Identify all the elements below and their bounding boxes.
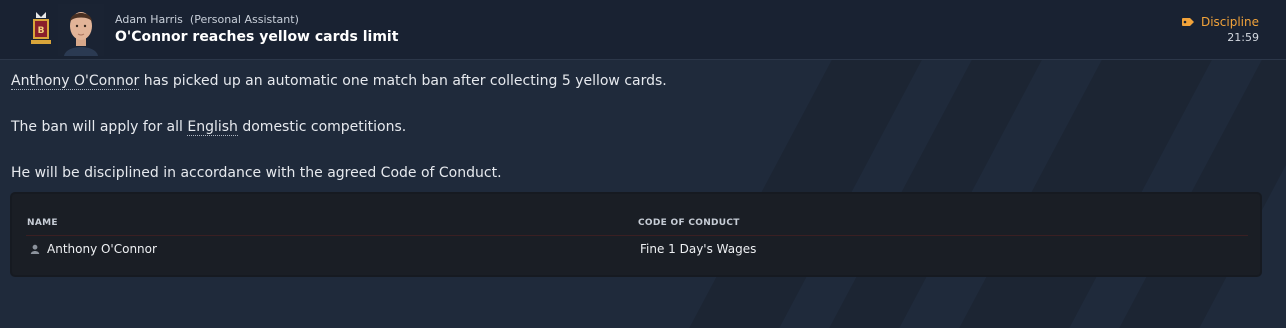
- message-time: 21:59: [1227, 31, 1259, 44]
- club-crest-icon: B: [31, 12, 51, 44]
- paragraph-competitions-before: The ban will apply for all: [11, 119, 188, 135]
- staff-avatar-icon[interactable]: [58, 4, 104, 56]
- message-subject: O'Connor reaches yellow cards limit: [115, 29, 399, 45]
- table-row[interactable]: Anthony O'Connor Fine 1 Day's Wages: [26, 236, 1248, 262]
- tag-icon: [1181, 18, 1194, 26]
- svg-text:B: B: [38, 26, 45, 36]
- paragraph-ban-text: has picked up an automatic one match ban…: [139, 73, 667, 89]
- conduct-cell: Fine 1 Day's Wages: [640, 242, 757, 256]
- player-link[interactable]: Anthony O'Connor: [11, 73, 140, 90]
- column-header-name[interactable]: NAME: [27, 218, 58, 228]
- category-label: Discipline: [1200, 15, 1259, 29]
- table-header: NAME CODE OF CONDUCT: [26, 215, 1248, 236]
- conduct-table: NAME CODE OF CONDUCT Anthony O'Connor Fi…: [12, 194, 1260, 275]
- paragraph-ban: Anthony O'Connor has picked up an automa…: [11, 73, 667, 90]
- category-badge[interactable]: Discipline: [1181, 15, 1259, 29]
- message-panel: B Adam Harris (Personal Assistant) O'Con…: [0, 0, 1286, 328]
- paragraph-competitions: The ban will apply for all English domes…: [11, 119, 407, 136]
- paragraph-conduct: He will be disciplined in accordance wit…: [11, 165, 502, 181]
- sender-name[interactable]: Adam Harris: [115, 13, 183, 26]
- paragraph-competitions-after: domestic competitions.: [237, 119, 407, 135]
- message-header: B Adam Harris (Personal Assistant) O'Con…: [0, 0, 1286, 60]
- column-header-conduct[interactable]: CODE OF CONDUCT: [638, 218, 740, 228]
- sender-line: Adam Harris (Personal Assistant): [115, 13, 299, 26]
- nation-link[interactable]: English: [187, 119, 238, 136]
- player-name-cell[interactable]: Anthony O'Connor: [47, 242, 157, 256]
- sender-role: (Personal Assistant): [189, 13, 299, 26]
- person-icon: [30, 244, 40, 254]
